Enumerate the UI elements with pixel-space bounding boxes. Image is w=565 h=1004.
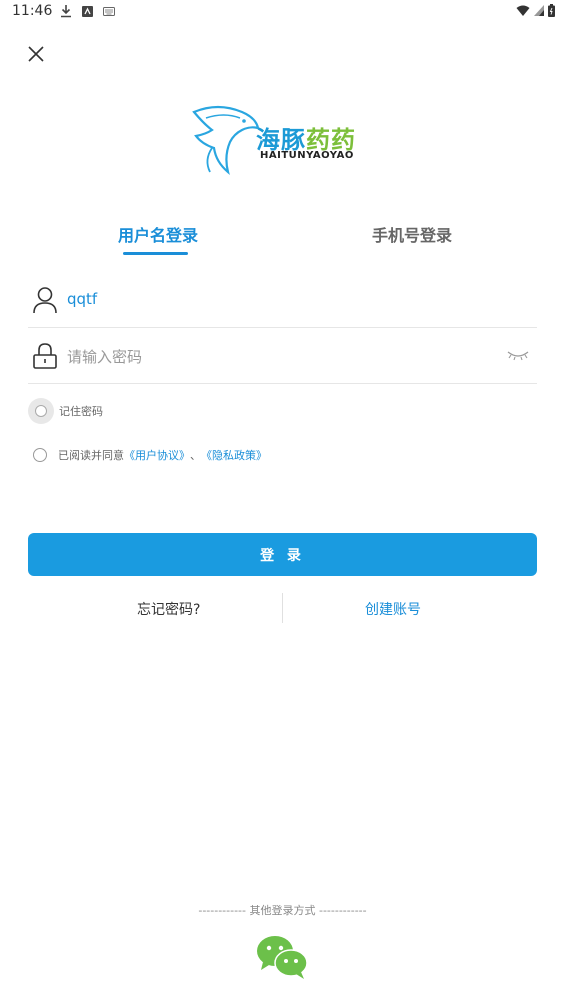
agreement-row: 已阅读并同意 《用户协议》 、 《隐私政策》 <box>33 447 267 463</box>
remember-password[interactable]: 记住密码 <box>28 398 103 424</box>
close-icon <box>28 46 44 62</box>
download-icon <box>61 5 71 18</box>
links-divider <box>282 593 283 623</box>
account-links: 忘记密码? 创建账号 <box>28 593 537 623</box>
lock-icon <box>33 343 57 369</box>
username-field[interactable]: qqtf <box>28 272 537 328</box>
agreement-radio[interactable] <box>33 448 47 462</box>
tab-username-login[interactable]: 用户名登录 <box>118 222 198 246</box>
battery-icon <box>548 4 555 17</box>
status-icons-left <box>60 4 115 18</box>
agreement-separator: 、 <box>190 449 201 462</box>
logo-english-text: HAITUNYAOYAO <box>260 150 354 161</box>
app-notification-icon <box>82 5 93 17</box>
close-button[interactable] <box>24 42 48 66</box>
create-account-link[interactable]: 创建账号 <box>365 599 421 619</box>
login-button[interactable]: 登 录 <box>28 533 537 576</box>
username-input[interactable]: qqtf <box>67 290 97 308</box>
login-tabs: 用户名登录 手机号登录 <box>0 222 565 262</box>
cell-signal-icon <box>534 5 544 16</box>
wifi-icon <box>516 5 530 16</box>
user-icon <box>33 287 57 314</box>
privacy-policy-link[interactable]: 《隐私政策》 <box>201 447 267 463</box>
tab-phone-login[interactable]: 手机号登录 <box>372 222 452 246</box>
status-icons-right <box>516 4 555 17</box>
eye-closed-icon[interactable] <box>505 348 531 362</box>
wechat-icon <box>257 936 308 979</box>
keyboard-icon <box>103 6 115 16</box>
other-login-label: ------------ 其他登录方式 ------------ <box>198 904 367 917</box>
dolphin-logo-icon <box>192 105 260 176</box>
password-input[interactable]: 请输入密码 <box>67 346 142 367</box>
tab-active-indicator <box>123 252 188 255</box>
user-agreement-link[interactable]: 《用户协议》 <box>124 447 190 463</box>
remember-radio[interactable] <box>28 398 54 424</box>
status-bar: 11:46 <box>0 0 565 24</box>
app-logo: 海豚药药 HAITUNYAOYAO <box>190 104 380 178</box>
agreement-prefix: 已阅读并同意 <box>58 449 124 462</box>
wechat-login-button[interactable] <box>255 934 309 980</box>
status-time: 11:46 <box>12 3 53 19</box>
password-field[interactable]: 请输入密码 <box>28 328 537 384</box>
forgot-password-link[interactable]: 忘记密码? <box>137 599 200 619</box>
remember-label: 记住密码 <box>59 405 103 418</box>
